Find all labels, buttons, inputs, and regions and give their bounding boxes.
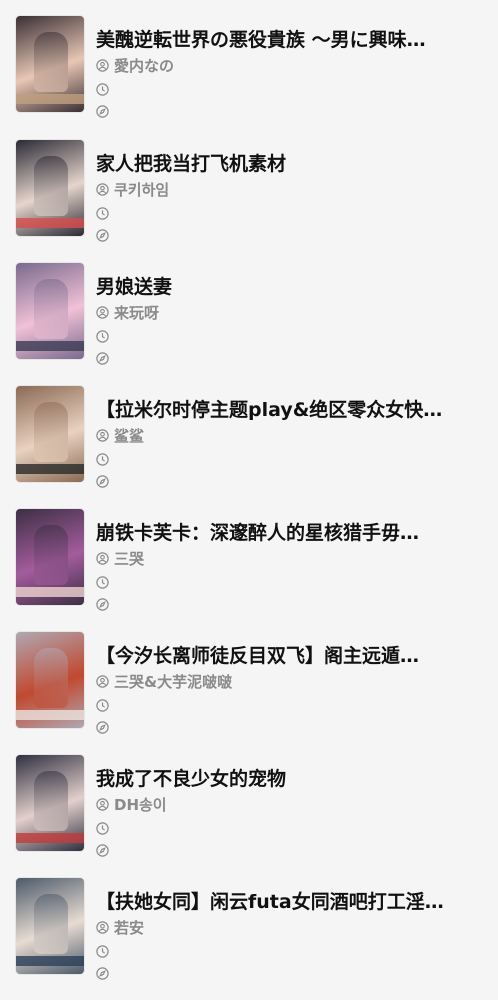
list-item[interactable]: 我成了不良少女的宠物 DH송이 (0, 755, 498, 877)
time-row (96, 696, 109, 714)
list-item[interactable]: 家人把我当打飞机素材 쿠키하임 (0, 140, 498, 262)
source-row (96, 226, 109, 244)
source-row (96, 102, 109, 120)
list-item[interactable]: 【今汐长离师徒反目双飞】阁主远遁… 三哭&大芋泥啵啵 (0, 632, 498, 754)
comic-title[interactable]: 【扶她女同】闲云futa女同酒吧打工淫… (96, 890, 484, 914)
source-row (96, 595, 109, 613)
author-row: 三哭&大芋泥啵啵 (96, 671, 232, 692)
user-circle-icon (96, 58, 109, 72)
list-item[interactable]: 美醜逆転世界の悪役貴族 ～男に興味… 愛内なの (0, 16, 498, 138)
author-row: 쿠키하임 (96, 179, 169, 200)
time-row (96, 327, 109, 345)
author-name[interactable]: 三哭&大芋泥啵啵 (114, 671, 232, 692)
compass-icon (96, 720, 109, 734)
time-row (96, 204, 109, 222)
user-circle-icon (96, 182, 109, 196)
comic-title[interactable]: 【今汐长离师徒反目双飞】阁主远遁… (96, 644, 484, 668)
cover-image[interactable] (16, 755, 84, 851)
comic-title[interactable]: 崩铁卡芙卡：深邃醉人的星核猎手毋… (96, 521, 484, 545)
comic-title[interactable]: 我成了不良少女的宠物 (96, 767, 484, 791)
user-circle-icon (96, 551, 109, 565)
author-name[interactable]: 쿠키하임 (114, 179, 169, 200)
source-row (96, 472, 109, 490)
cover-image[interactable] (16, 386, 84, 482)
cover-image[interactable] (16, 263, 84, 359)
list-item[interactable]: 男娘送妻 来玩呀 (0, 263, 498, 385)
clock-icon (96, 575, 109, 589)
clock-icon (96, 698, 109, 712)
author-name[interactable]: 鲨鲨 (114, 425, 144, 446)
author-row: 鲨鲨 (96, 425, 144, 446)
time-row (96, 450, 109, 468)
source-row (96, 964, 109, 982)
cover-image[interactable] (16, 140, 84, 236)
source-row (96, 349, 109, 367)
comic-title[interactable]: 美醜逆転世界の悪役貴族 ～男に興味… (96, 28, 484, 52)
clock-icon (96, 821, 109, 835)
comic-list: 美醜逆転世界の悪役貴族 ～男に興味… 愛内なの 家人把我当打飞机素材 쿠키하임 (0, 0, 498, 1000)
list-item[interactable]: 崩铁卡芙卡：深邃醉人的星核猎手毋… 三哭 (0, 509, 498, 631)
author-row: 愛内なの (96, 55, 174, 76)
time-row (96, 573, 109, 591)
author-row: 若安 (96, 917, 144, 938)
time-row (96, 942, 109, 960)
user-circle-icon (96, 305, 109, 319)
compass-icon (96, 104, 109, 118)
author-row: 来玩呀 (96, 302, 159, 323)
compass-icon (96, 966, 109, 980)
author-name[interactable]: 来玩呀 (114, 302, 159, 323)
comic-title[interactable]: 【拉米尔时停主题play&绝区零众女快… (96, 398, 484, 422)
user-circle-icon (96, 674, 109, 688)
time-row (96, 819, 109, 837)
author-name[interactable]: DH송이 (114, 794, 167, 815)
clock-icon (96, 82, 109, 96)
author-name[interactable]: 愛内なの (114, 55, 174, 76)
cover-image[interactable] (16, 509, 84, 605)
clock-icon (96, 944, 109, 958)
source-row (96, 718, 109, 736)
user-circle-icon (96, 920, 109, 934)
time-row (96, 80, 109, 98)
user-circle-icon (96, 797, 109, 811)
compass-icon (96, 351, 109, 365)
author-name[interactable]: 若安 (114, 917, 144, 938)
compass-icon (96, 597, 109, 611)
compass-icon (96, 843, 109, 857)
author-name[interactable]: 三哭 (114, 548, 144, 569)
author-row: DH송이 (96, 794, 167, 815)
clock-icon (96, 329, 109, 343)
source-row (96, 841, 109, 859)
compass-icon (96, 228, 109, 242)
comic-title[interactable]: 家人把我当打飞机素材 (96, 152, 484, 176)
user-circle-icon (96, 428, 109, 442)
clock-icon (96, 452, 109, 466)
compass-icon (96, 474, 109, 488)
list-item[interactable]: 【扶她女同】闲云futa女同酒吧打工淫… 若安 (0, 878, 498, 1000)
cover-image[interactable] (16, 16, 84, 112)
list-item[interactable]: 【拉米尔时停主题play&绝区零众女快… 鲨鲨 (0, 386, 498, 508)
clock-icon (96, 206, 109, 220)
cover-image[interactable] (16, 878, 84, 974)
comic-title[interactable]: 男娘送妻 (96, 275, 484, 299)
cover-image[interactable] (16, 632, 84, 728)
author-row: 三哭 (96, 548, 144, 569)
